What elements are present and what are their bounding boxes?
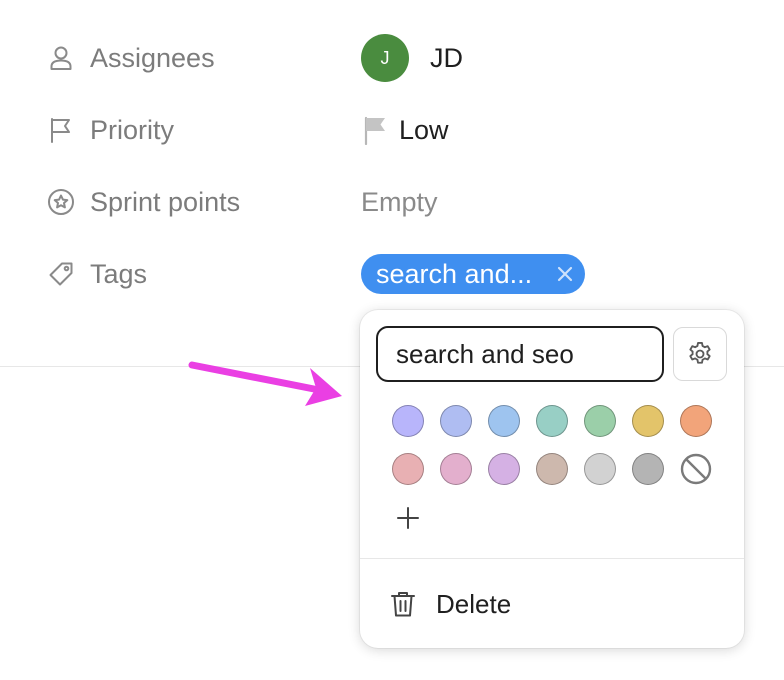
person-icon [46, 43, 76, 73]
sprint-points-row: Sprint points [46, 182, 240, 222]
color-swatch[interactable] [488, 453, 520, 485]
color-swatch[interactable] [680, 405, 712, 437]
delete-label: Delete [436, 588, 512, 619]
popover-divider [360, 558, 744, 559]
color-swatch[interactable] [392, 453, 424, 485]
priority-row: Priority [46, 110, 174, 150]
color-swatch[interactable] [536, 453, 568, 485]
assignees-value[interactable]: J JD [361, 34, 463, 82]
badge-star-icon [46, 187, 76, 217]
trash-icon [390, 590, 416, 618]
plus-icon [397, 507, 419, 529]
color-swatch-grid [392, 405, 714, 485]
no-color-icon[interactable] [680, 453, 712, 485]
assignees-row: Assignees [46, 38, 215, 78]
color-swatch[interactable] [584, 453, 616, 485]
priority-value[interactable]: Low [361, 106, 449, 154]
color-swatch[interactable] [632, 453, 664, 485]
assignees-label: Assignees [90, 42, 215, 73]
color-swatch[interactable] [440, 453, 472, 485]
sprint-points-empty: Empty [361, 186, 438, 217]
assignee-name: JD [430, 42, 463, 73]
tags-row: Tags [46, 254, 147, 294]
tags-label: Tags [90, 258, 148, 289]
color-swatch[interactable] [584, 405, 616, 437]
flag-outline-icon [46, 115, 76, 145]
add-color-button[interactable] [392, 502, 424, 534]
color-swatch[interactable] [632, 405, 664, 437]
priority-text: Low [399, 114, 449, 145]
color-swatch[interactable] [392, 405, 424, 437]
color-swatch[interactable] [536, 405, 568, 437]
color-swatch[interactable] [440, 405, 472, 437]
color-swatch[interactable] [488, 405, 520, 437]
avatar[interactable]: J [361, 34, 409, 82]
annotation-arrow [186, 356, 346, 411]
task-properties-page: Assignees J JD Priority Low Sprint point… [0, 0, 784, 680]
gear-icon [689, 341, 711, 364]
sprint-points-label: Sprint points [90, 186, 241, 217]
priority-label: Priority [90, 114, 175, 145]
tag-edit-popover: Delete [360, 310, 744, 648]
close-icon[interactable] [545, 254, 585, 294]
sprint-points-value[interactable]: Empty [361, 178, 438, 226]
tag-name-input[interactable] [376, 326, 664, 382]
tag-chip-text: search and... [376, 258, 533, 289]
flag-icon [361, 115, 389, 145]
delete-tag-button[interactable]: Delete [390, 584, 511, 624]
tag-settings-button[interactable] [673, 327, 727, 381]
tag-icon [46, 259, 76, 289]
tag-chip[interactable]: search and... [361, 254, 585, 294]
